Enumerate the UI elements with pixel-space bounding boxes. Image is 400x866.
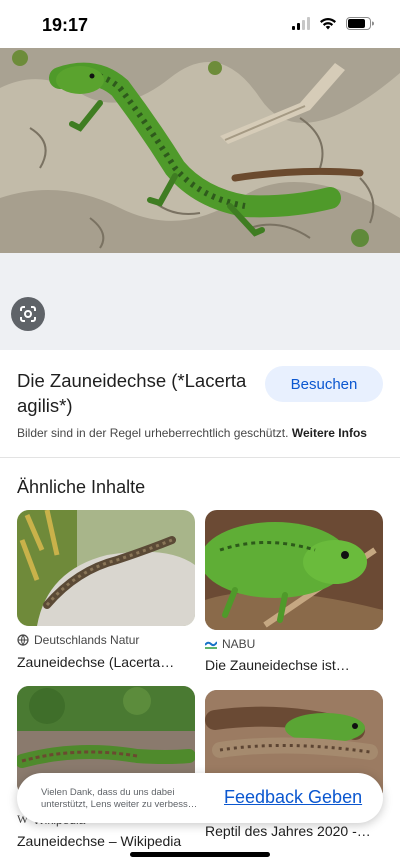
- status-time: 19:17: [42, 15, 89, 35]
- cellular-signal-icon: [292, 17, 310, 30]
- nabu-logo: [205, 641, 217, 649]
- divider: [0, 457, 400, 458]
- similar-title-3[interactable]: Zauneidechse – Wikipedia: [17, 833, 197, 849]
- lens-search-button[interactable]: [11, 297, 45, 331]
- feedback-banner: Vielen Dank, dass du uns dabei unterstüt…: [17, 773, 383, 823]
- status-icons: [292, 17, 374, 30]
- similar-image-1[interactable]: [17, 510, 195, 626]
- copyright-text: Bilder sind in der Regel urheberrechtlic…: [17, 426, 289, 440]
- feedback-text: Vielen Dank, dass du uns dabei unterstüt…: [41, 787, 198, 810]
- similar-title-2[interactable]: Die Zauneidechse ist…: [205, 657, 385, 673]
- image-backdrop: [0, 253, 400, 350]
- more-info-link[interactable]: Weitere Infos: [292, 426, 367, 440]
- globe-icon: [17, 634, 29, 646]
- similar-source-1[interactable]: Deutschlands Natur: [17, 633, 139, 647]
- similar-image-2[interactable]: [205, 510, 383, 630]
- status-bar: 19:17: [0, 0, 400, 48]
- wifi-icon: [320, 18, 336, 30]
- result-title[interactable]: Die Zauneidechse (*Lacerta agilis*): [17, 368, 262, 418]
- similar-source-label-1: Deutschlands Natur: [34, 633, 140, 647]
- similar-heading: Ähnliche Inhalte: [17, 477, 146, 497]
- lens-icon: [20, 306, 36, 322]
- battery-icon: [346, 17, 374, 30]
- feedback-button[interactable]: Feedback Geben: [224, 787, 362, 808]
- similar-source-2[interactable]: NABU: [205, 637, 255, 651]
- similar-source-label-2: NABU: [222, 637, 256, 651]
- similar-title-1[interactable]: Zauneidechse (Lacerta…: [17, 654, 197, 670]
- home-indicator[interactable]: [130, 852, 270, 857]
- similar-title-4[interactable]: Reptil des Jahres 2020 -…: [205, 823, 385, 839]
- hero-image[interactable]: [0, 48, 400, 253]
- visit-button[interactable]: Besuchen: [265, 366, 383, 402]
- copyright-notice: Bilder sind in der Regel urheberrechtlic…: [17, 426, 367, 440]
